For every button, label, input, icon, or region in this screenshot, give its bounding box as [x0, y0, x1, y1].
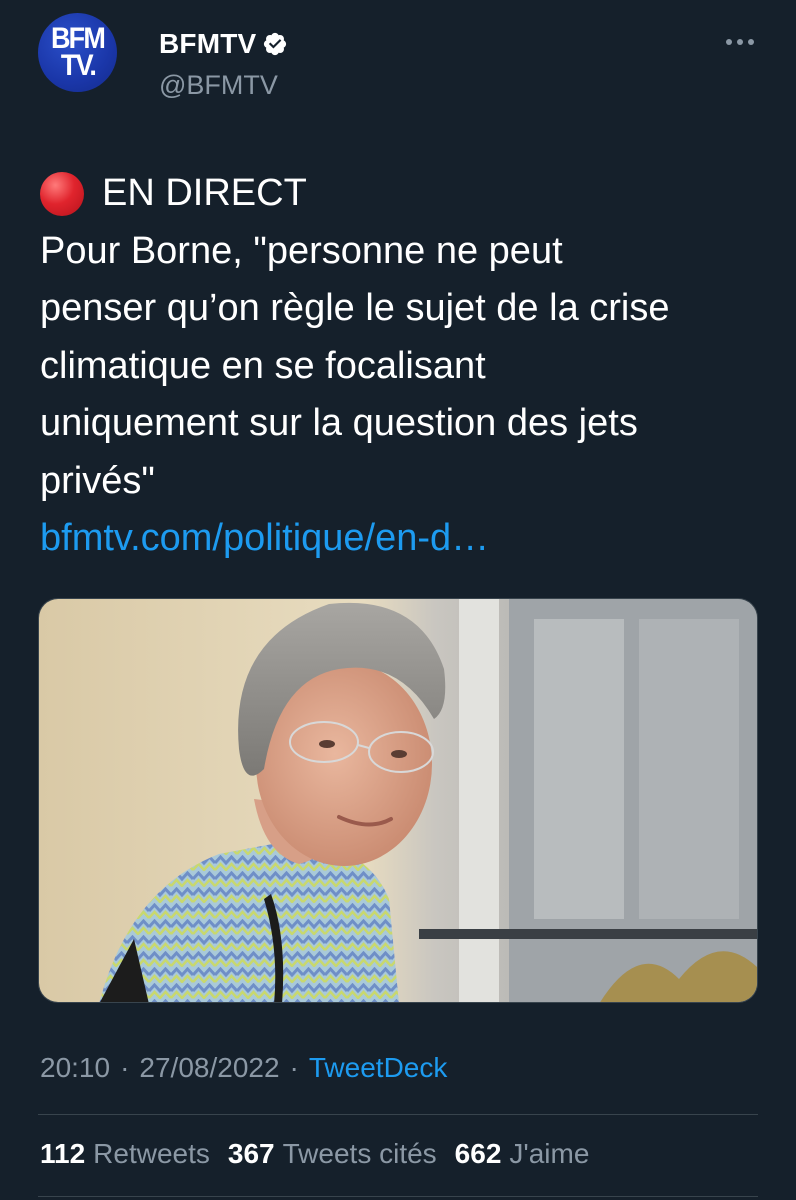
tweet-link[interactable]: bfmtv.com/politique/en-d…: [40, 510, 760, 568]
divider: [38, 1114, 758, 1115]
author-handle[interactable]: @BFMTV: [159, 70, 278, 101]
tweet-meta: 20:10 · 27/08/2022 · TweetDeck: [40, 1052, 447, 1084]
live-line: EN DIRECT: [40, 165, 760, 223]
tweet-time[interactable]: 20:10: [40, 1052, 110, 1084]
tweet-date[interactable]: 27/08/2022: [139, 1052, 279, 1084]
tweet-card[interactable]: BFM TV. BFMTV @BFMTV EN DIRECT Pour Born…: [0, 0, 796, 1200]
tweet-source[interactable]: TweetDeck: [309, 1052, 448, 1084]
likes-stat[interactable]: 662 J'aime: [455, 1138, 590, 1170]
tweet-photo[interactable]: [38, 598, 758, 1003]
tweet-stats: 112 Retweets 367 Tweets cités 662 J'aime: [40, 1138, 607, 1170]
avatar[interactable]: BFM TV.: [38, 13, 117, 92]
tweet-text-line: penser qu’on règle le sujet de la crise: [40, 287, 670, 329]
quote-tweets-label: Tweets cités: [282, 1138, 437, 1169]
live-label: EN DIRECT: [102, 172, 307, 214]
red-circle-icon: [40, 171, 84, 216]
more-options-icon[interactable]: [724, 32, 756, 52]
avatar-logo-line2: TV.: [60, 48, 96, 82]
quote-tweets-stat[interactable]: 367 Tweets cités: [228, 1138, 437, 1170]
tweet-text-line: climatique en se focalisant: [40, 344, 486, 387]
retweets-count: 112: [40, 1138, 86, 1169]
divider: [38, 1196, 758, 1197]
likes-label: J'aime: [509, 1138, 590, 1169]
retweets-stat[interactable]: 112 Retweets: [40, 1138, 210, 1170]
tweet-text-line: Pour Borne, "personne ne peut: [40, 229, 563, 272]
likes-count: 662: [454, 1138, 502, 1169]
tweet-text-line: uniquement sur la question des jets: [40, 402, 638, 444]
meta-separator: ·: [120, 1052, 130, 1083]
retweets-label: Retweets: [93, 1138, 210, 1169]
tweet-text: EN DIRECT Pour Borne, "personne ne peut …: [40, 165, 760, 568]
author-display-name[interactable]: BFMTV: [159, 28, 256, 60]
author-name-row[interactable]: BFMTV: [159, 28, 288, 60]
meta-separator: ·: [289, 1052, 299, 1083]
tweet-text-line: privés": [40, 459, 155, 502]
quote-tweets-count: 367: [227, 1138, 275, 1169]
verified-badge-icon: [262, 31, 288, 57]
